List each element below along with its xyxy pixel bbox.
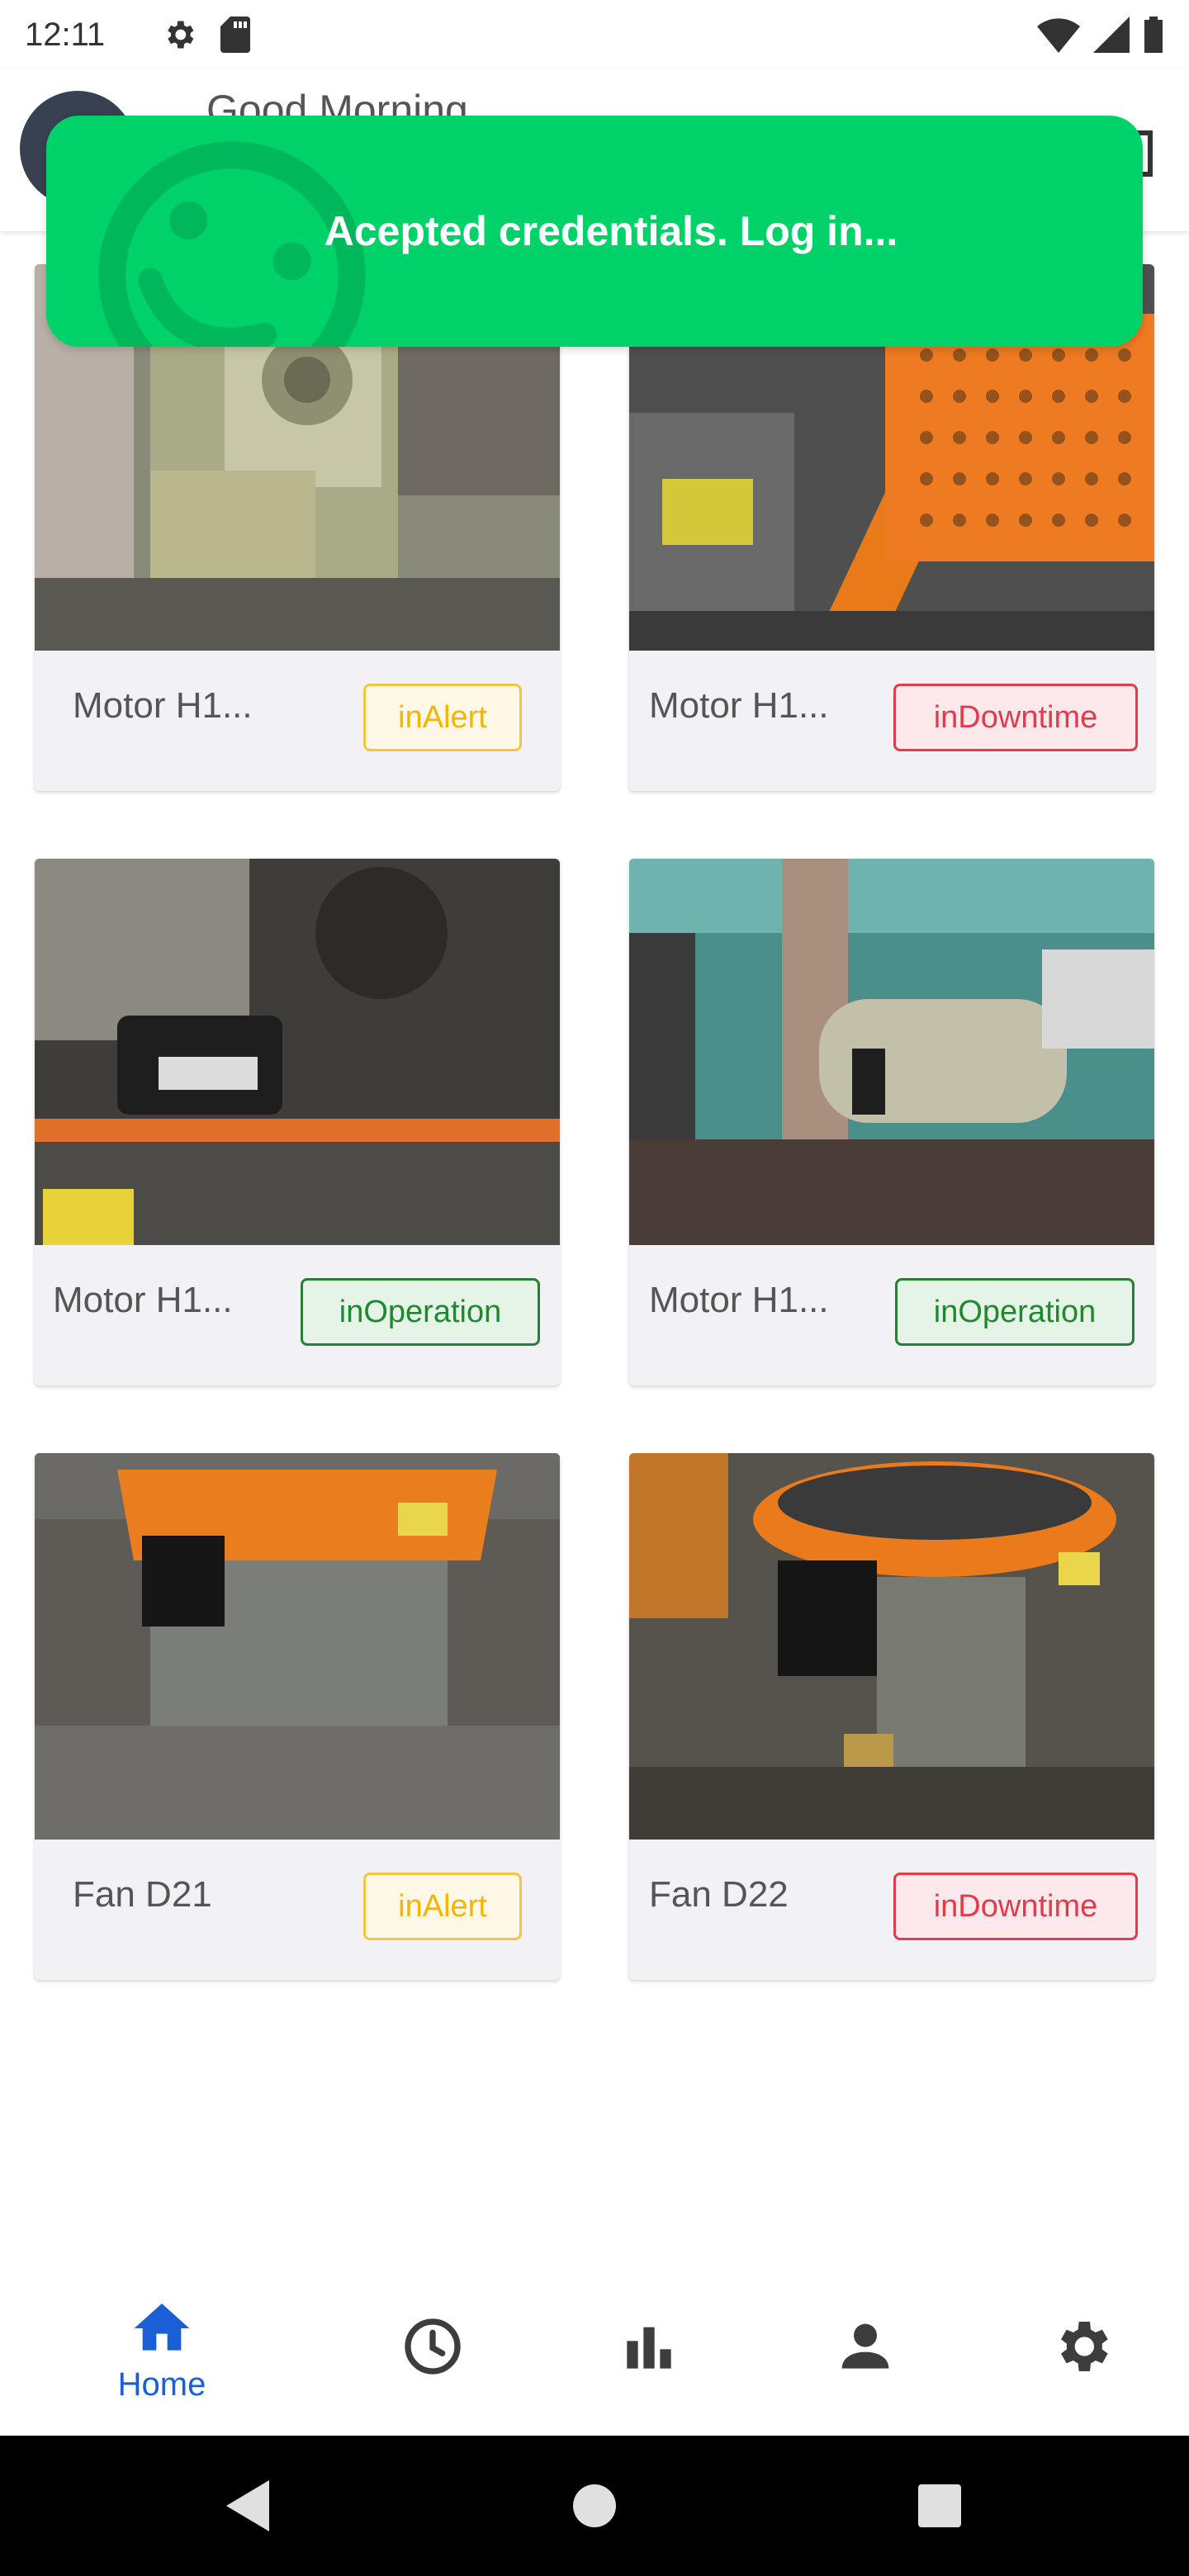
home-button-icon[interactable]	[571, 2477, 618, 2535]
asset-card[interactable]: Motor H1... inOperation	[629, 859, 1154, 1385]
asset-photo	[629, 859, 1154, 1245]
asset-photo	[35, 1453, 560, 1840]
wifi-icon	[1037, 18, 1080, 53]
gear-icon	[1061, 2322, 1108, 2371]
bottom-nav: Home	[0, 2279, 1189, 2436]
nav-profile[interactable]	[783, 2295, 948, 2419]
asset-photo	[35, 859, 560, 1245]
clock-icon	[405, 2318, 461, 2375]
asset-photo	[629, 1453, 1154, 1840]
asset-name: Motor H1...	[73, 685, 253, 726]
recents-icon[interactable]	[917, 2477, 963, 2535]
asset-name: Fan D22	[649, 1874, 789, 1915]
asset-name: Motor H1...	[649, 685, 829, 726]
nav-settings[interactable]	[999, 2295, 1164, 2419]
asset-name: Motor H1...	[649, 1280, 829, 1320]
asset-card[interactable]: Fan D21 inAlert	[35, 1453, 560, 1980]
asset-name: Motor H1...	[53, 1280, 233, 1320]
nav-home-label: Home	[117, 2366, 206, 2403]
toast-message: Acepted credentials. Log in...	[324, 208, 898, 254]
status-badge: inDowntime	[893, 1873, 1138, 1940]
status-badge: inOperation	[301, 1278, 540, 1346]
status-bar: 12:11	[0, 0, 1189, 69]
status-time: 12:11	[25, 16, 106, 53]
nav-home[interactable]: Home	[79, 2295, 244, 2419]
status-badge: inAlert	[363, 1873, 522, 1940]
asset-card[interactable]: Fan D22 inDowntime	[629, 1453, 1154, 1980]
back-icon[interactable]	[223, 2477, 272, 2535]
status-badge: inAlert	[363, 684, 522, 751]
nav-analytics[interactable]	[566, 2295, 732, 2419]
gear-icon	[168, 21, 194, 49]
person-icon	[841, 2323, 889, 2369]
asset-name: Fan D21	[73, 1874, 212, 1915]
bar-chart-icon	[627, 2327, 671, 2369]
status-badge: inOperation	[895, 1278, 1135, 1346]
signal-icon	[1093, 17, 1130, 53]
status-badge: inDowntime	[893, 684, 1138, 751]
nav-history[interactable]	[350, 2295, 515, 2419]
system-nav-bar	[0, 2436, 1189, 2576]
asset-card[interactable]: Motor H1... inOperation	[35, 859, 560, 1385]
home-icon	[134, 2304, 190, 2351]
login-toast: Acepted credentials. Log in...	[46, 116, 1143, 347]
battery-icon	[1144, 17, 1163, 53]
sd-card-icon	[220, 17, 251, 53]
